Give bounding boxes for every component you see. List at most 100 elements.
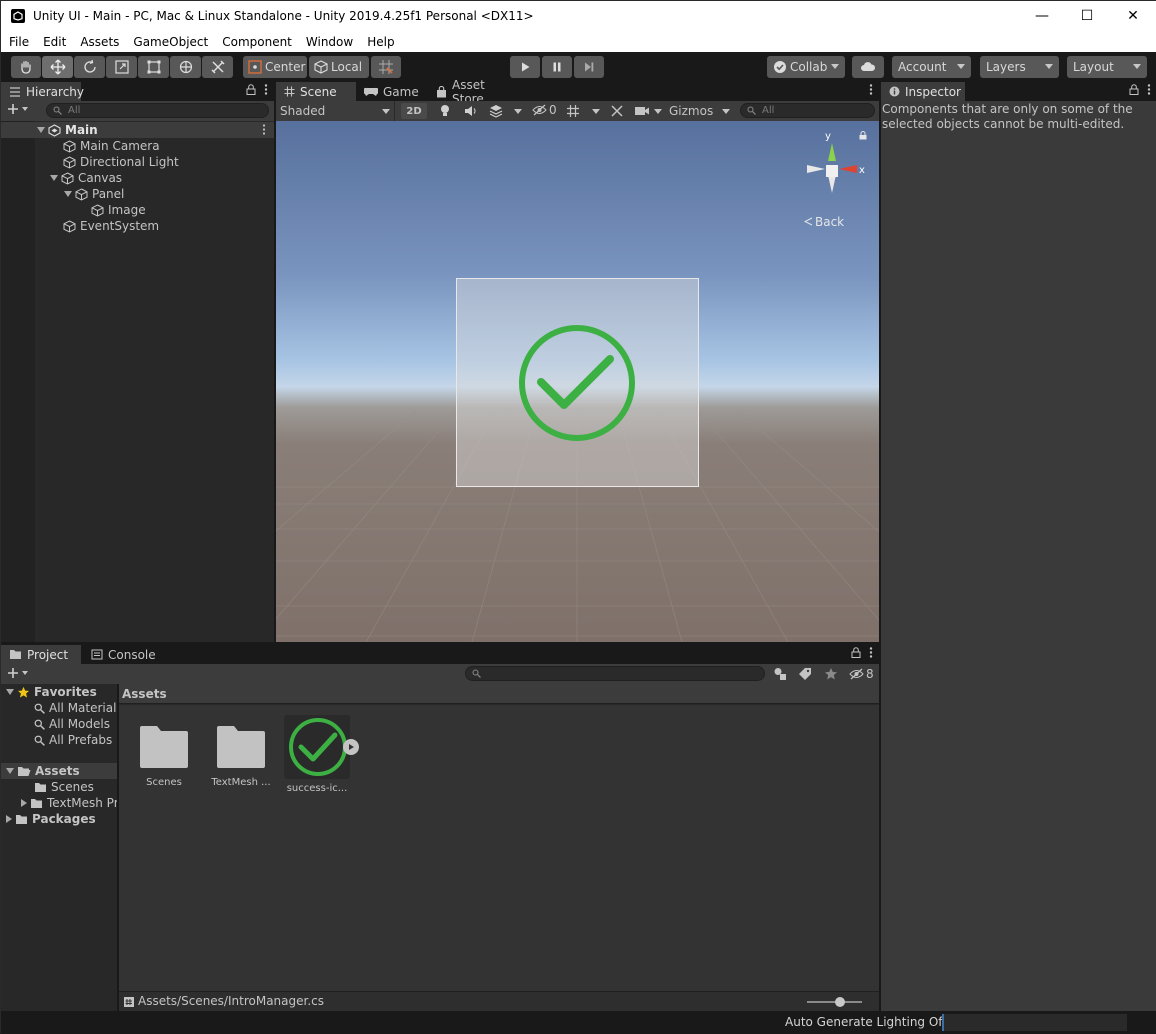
tree-item-panel[interactable]: Panel — [1, 186, 124, 202]
collab-dropdown[interactable]: Collab — [767, 56, 845, 78]
lock-icon[interactable] — [851, 647, 861, 661]
gizmo-lock-icon[interactable] — [859, 131, 867, 143]
menu-component[interactable]: Component — [215, 35, 299, 49]
snap-grid-button[interactable] — [371, 56, 401, 78]
account-dropdown[interactable]: Account — [892, 56, 971, 78]
hidden-packages-toggle[interactable]: 8 — [849, 667, 874, 681]
transform-tool-button[interactable] — [170, 56, 201, 78]
chevron-right-icon[interactable] — [6, 815, 12, 823]
pivot-toggle[interactable]: Center — [243, 56, 307, 78]
grid-toggle[interactable] — [566, 104, 580, 121]
tree-scenes-folder[interactable]: Scenes — [1, 779, 117, 795]
lock-icon[interactable] — [1129, 84, 1139, 98]
close-window-button[interactable]: ✕ — [1110, 1, 1156, 31]
expand-play-icon[interactable] — [343, 739, 359, 755]
step-button[interactable] — [574, 56, 604, 78]
create-button[interactable] — [7, 103, 28, 115]
play-button[interactable] — [510, 56, 540, 78]
custom-tools-button[interactable] — [202, 56, 233, 78]
menu-window[interactable]: Window — [299, 35, 360, 49]
layers-dropdown[interactable]: Layers — [980, 56, 1059, 78]
tree-item-main-scene[interactable]: Main — [1, 122, 274, 138]
search-by-type-button[interactable] — [773, 667, 787, 684]
tree-all-materials[interactable]: All Materials — [1, 700, 117, 716]
hidden-objects-toggle[interactable]: 0 — [532, 103, 557, 117]
hierarchy-search-input[interactable]: All — [46, 103, 269, 118]
tab-inspector[interactable]: Inspector — [881, 82, 965, 101]
hand-tool-button[interactable] — [11, 56, 41, 78]
rotate-tool-button[interactable] — [74, 56, 105, 78]
menu-gameobject[interactable]: GameObject — [126, 35, 215, 49]
tree-all-models[interactable]: All Models — [1, 716, 117, 732]
minimize-button[interactable]: — — [1019, 1, 1065, 31]
move-tool-button[interactable] — [42, 56, 73, 78]
component-tools-button[interactable] — [610, 104, 624, 121]
tree-favorites[interactable]: Favorites — [1, 684, 117, 700]
kebab-menu-icon[interactable] — [869, 84, 873, 98]
scene-viewport[interactable]: y x Back — [276, 121, 879, 642]
save-search-button[interactable] — [824, 667, 838, 684]
lighting-toggle[interactable] — [439, 104, 451, 121]
chevron-right-icon[interactable] — [21, 799, 27, 807]
chevron-down-icon[interactable] — [654, 109, 662, 114]
pause-button[interactable] — [542, 56, 572, 78]
chevron-down-icon[interactable] — [6, 768, 14, 774]
layout-dropdown[interactable]: Layout — [1067, 56, 1147, 78]
kebab-menu-icon[interactable] — [264, 84, 268, 98]
chevron-down-icon[interactable] — [37, 127, 45, 133]
camera-settings-button[interactable] — [634, 105, 650, 120]
assets-breadcrumb[interactable]: Assets — [119, 684, 879, 704]
tab-asset-store[interactable]: Asset Store — [428, 78, 528, 106]
chevron-down-icon[interactable] — [592, 109, 600, 114]
chevron-down-icon[interactable] — [50, 175, 58, 181]
menu-edit[interactable]: Edit — [36, 35, 73, 49]
asset-tile-scenes[interactable]: Scenes — [128, 714, 200, 788]
tree-textmesh-folder[interactable]: TextMesh Pro — [1, 795, 117, 811]
kebab-menu-icon[interactable] — [1147, 84, 1151, 98]
view-back-label[interactable]: Back — [803, 215, 844, 229]
cloud-button[interactable] — [852, 56, 884, 78]
rect-tool-button[interactable] — [138, 56, 169, 78]
tab-console[interactable]: Console — [83, 645, 163, 664]
gizmos-dropdown[interactable]: Gizmos — [666, 101, 734, 121]
space-toggle[interactable]: Local — [309, 56, 369, 78]
effects-toggle[interactable] — [489, 104, 503, 121]
tree-item-canvas[interactable]: Canvas — [1, 170, 122, 186]
scale-tool-button[interactable] — [106, 56, 137, 78]
tab-game[interactable]: Game — [356, 82, 428, 101]
tree-item-image[interactable]: Image — [1, 202, 146, 218]
tree-item-eventsystem[interactable]: EventSystem — [1, 218, 159, 234]
orientation-gizmo[interactable]: y x — [793, 131, 873, 211]
scene-search-input[interactable]: All — [740, 103, 875, 118]
tab-hierarchy[interactable]: Hierarchy — [1, 82, 84, 101]
tab-project[interactable]: Project — [1, 645, 81, 664]
maximize-button[interactable]: ☐ — [1064, 1, 1110, 31]
tree-item-main-camera[interactable]: Main Camera — [1, 138, 160, 154]
kebab-menu-icon[interactable] — [262, 124, 266, 138]
shading-mode-dropdown[interactable]: Shaded — [276, 101, 395, 121]
tree-assets[interactable]: Assets — [1, 763, 117, 779]
lighting-status[interactable]: Auto Generate Lighting Off — [785, 1015, 947, 1029]
menu-assets[interactable]: Assets — [73, 35, 126, 49]
mode-2d-toggle[interactable]: 2D — [401, 103, 427, 119]
tab-scene[interactable]: Scene — [276, 82, 356, 101]
menu-help[interactable]: Help — [360, 35, 401, 49]
lock-icon[interactable] — [246, 84, 256, 98]
tree-packages[interactable]: Packages — [1, 811, 117, 827]
search-by-label-button[interactable] — [798, 667, 812, 684]
audio-toggle[interactable] — [464, 104, 478, 121]
kebab-menu-icon[interactable] — [869, 647, 873, 661]
asset-tile-textmesh[interactable]: TextMesh ... — [205, 714, 277, 788]
chevron-down-icon[interactable] — [6, 689, 14, 695]
project-search-input[interactable] — [465, 666, 765, 681]
tree-all-prefabs[interactable]: All Prefabs — [1, 732, 117, 748]
tree-item-directional-light[interactable]: Directional Light — [1, 154, 179, 170]
icon-size-slider[interactable] — [807, 997, 862, 1007]
project-create-button[interactable] — [7, 667, 28, 679]
slider-thumb[interactable] — [835, 997, 845, 1007]
chevron-down-icon[interactable] — [514, 109, 522, 114]
asset-tile-success-icon[interactable]: success-ic... — [281, 715, 359, 794]
menu-file[interactable]: File — [1, 35, 36, 49]
chevron-down-icon[interactable] — [64, 191, 72, 197]
ui-panel-image[interactable] — [456, 278, 699, 487]
